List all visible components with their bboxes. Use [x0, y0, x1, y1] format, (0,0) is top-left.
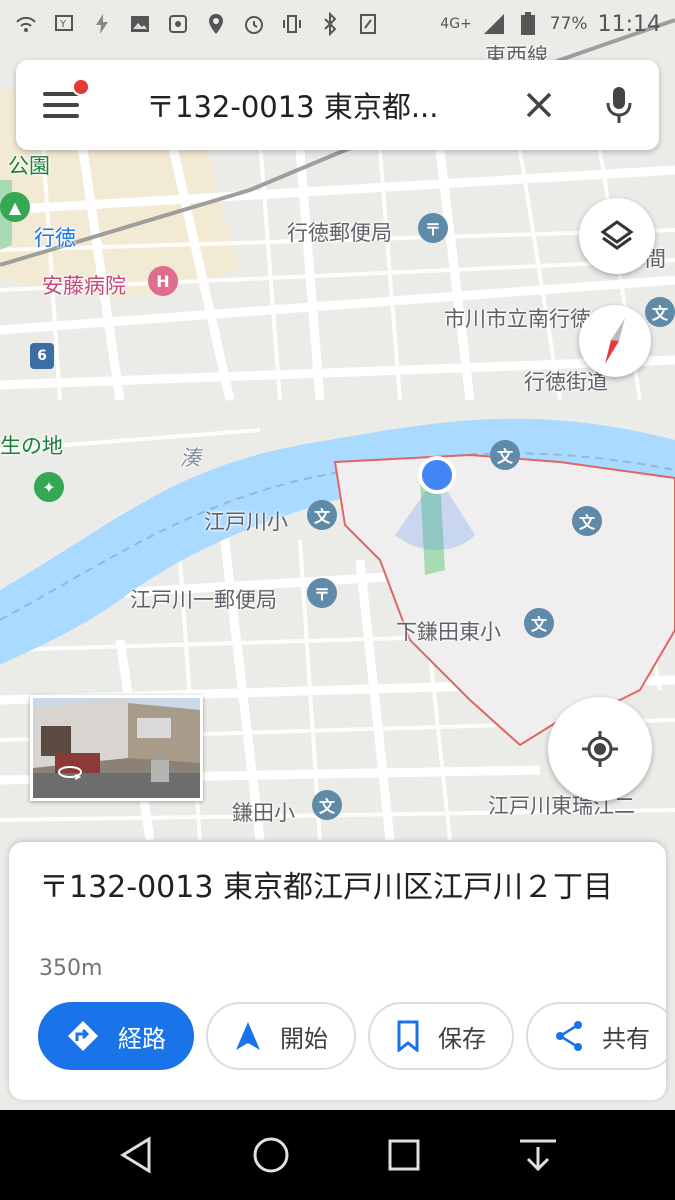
school-icon[interactable]: 文	[307, 500, 337, 530]
save-button[interactable]: 保存	[368, 1002, 514, 1070]
place-distance: 350m	[39, 956, 103, 981]
voicemail-icon: Y	[52, 12, 76, 36]
map-label-seinochi[interactable]: 生の地	[0, 430, 63, 460]
action-chips: 経路 開始 保存 共有	[38, 1002, 666, 1070]
school-icon[interactable]: 文	[572, 506, 602, 536]
map-label-kamata-elem[interactable]: 鎌田小	[232, 797, 295, 827]
location-icon	[204, 12, 228, 36]
map-label-ichikawa-school[interactable]: 市川市立南行徳	[444, 303, 591, 333]
home-icon	[253, 1137, 289, 1173]
vibrate-icon	[280, 12, 304, 36]
search-query-text[interactable]: 〒132-0013 東京都...	[106, 84, 499, 126]
notification-dot	[72, 78, 90, 96]
place-details-sheet[interactable]: 〒132-0013 東京都江戸川区江戸川２丁目 350m 経路 開始 保存 共有	[9, 842, 666, 1100]
battery-icon	[516, 12, 540, 36]
save-label: 保存	[438, 1024, 486, 1053]
map-label-minato: 湊	[180, 446, 201, 470]
alarm-icon	[242, 12, 266, 36]
360-view-icon	[57, 764, 83, 784]
home-button[interactable]	[241, 1125, 301, 1185]
battery-percent: 77%	[549, 14, 588, 34]
svg-text:Y: Y	[59, 19, 67, 30]
back-button[interactable]	[107, 1125, 167, 1185]
start-label: 開始	[280, 1024, 328, 1053]
layers-icon	[600, 220, 634, 250]
map-label-gyotoku[interactable]: 行徳	[34, 222, 76, 252]
recents-icon	[388, 1139, 420, 1171]
start-button[interactable]: 開始	[206, 1002, 356, 1070]
back-icon	[120, 1136, 151, 1174]
voice-search-button[interactable]	[579, 60, 659, 150]
hide-nav-button[interactable]	[508, 1125, 568, 1185]
post-office-icon[interactable]: 〒	[307, 578, 337, 608]
signal-icon	[482, 12, 506, 36]
settings-icon	[166, 12, 190, 36]
clock: 11:14	[597, 11, 661, 37]
map-label-edogawa-elem[interactable]: 江戸川小	[204, 506, 288, 536]
bluetooth-icon	[318, 12, 342, 36]
place-title: 〒132-0013 東京都江戸川区江戸川２丁目	[39, 870, 613, 905]
navigation-arrow-icon	[236, 1022, 260, 1050]
map-label-ando-hospital[interactable]: 安藤病院	[42, 270, 126, 300]
wifi-calling-icon	[14, 12, 38, 36]
street-view-thumbnail[interactable]	[30, 695, 203, 801]
share-icon	[556, 1021, 582, 1051]
bookmark-icon	[397, 1020, 419, 1052]
park-icon[interactable]: ▲	[0, 192, 30, 222]
park-marker-icon[interactable]: ✦	[34, 472, 64, 502]
search-bar[interactable]: 〒132-0013 東京都...	[16, 60, 659, 150]
no-charge-icon	[90, 12, 114, 36]
map-label-gyotoku-post[interactable]: 行徳郵便局	[287, 217, 392, 247]
my-location-button[interactable]	[548, 697, 652, 801]
system-nav-bar	[0, 1110, 675, 1200]
my-location-icon	[582, 731, 618, 767]
route-shield-icon: 6	[30, 343, 54, 369]
close-icon	[526, 92, 552, 118]
menu-button[interactable]	[16, 60, 106, 150]
hospital-icon[interactable]: H	[148, 266, 178, 296]
compass-icon	[605, 318, 625, 364]
directions-label: 経路	[118, 1024, 166, 1053]
network-type: 4G+	[440, 16, 472, 32]
map-label-park: 公園	[8, 154, 50, 178]
clear-search-button[interactable]	[499, 60, 579, 150]
image-icon	[128, 12, 152, 36]
nfc-icon	[356, 12, 380, 36]
directions-button[interactable]: 経路	[38, 1002, 194, 1070]
share-button[interactable]: 共有	[526, 1002, 666, 1070]
school-icon[interactable]: 文	[645, 297, 675, 327]
school-icon[interactable]: 文	[490, 440, 520, 470]
layers-button[interactable]	[579, 198, 655, 274]
compass-button[interactable]	[579, 305, 651, 377]
map-label-shimokamata-elem[interactable]: 下鎌田東小	[396, 616, 501, 646]
school-icon[interactable]: 文	[524, 608, 554, 638]
status-bar: Y 4G+ 77% 11:14	[0, 0, 675, 48]
school-icon[interactable]: 文	[312, 790, 342, 820]
microphone-icon	[606, 87, 632, 123]
post-office-icon[interactable]: 〒	[418, 213, 448, 243]
hide-nav-icon	[520, 1139, 557, 1172]
map-label-edogawa-post[interactable]: 江戸川一郵便局	[130, 584, 277, 614]
directions-icon	[68, 1021, 98, 1051]
recents-button[interactable]	[374, 1125, 434, 1185]
share-label: 共有	[602, 1024, 650, 1053]
hamburger-menu-icon	[43, 92, 79, 118]
